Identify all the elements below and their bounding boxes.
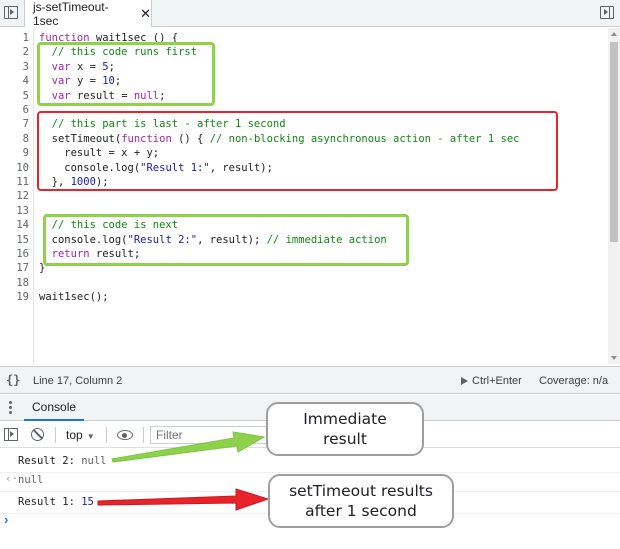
editor-tab-bar: js-setTimeout-1sec ✕ (0, 0, 620, 28)
line-number: 13 (16, 204, 29, 217)
callout-settimeout-results: setTimeout results after 1 second (268, 474, 454, 528)
callout-text: setTimeout results (289, 482, 433, 500)
return-arrow-icon: ‹· (5, 472, 19, 485)
context-label: top (66, 428, 83, 442)
play-icon (461, 377, 468, 385)
more-tools-icon[interactable] (9, 401, 12, 415)
line-number: 18 (16, 276, 29, 289)
scroll-up-arrow-icon[interactable] (611, 32, 617, 36)
line-number: 3 (22, 60, 29, 73)
green-highlight-box (37, 42, 215, 106)
coverage-status: Coverage: n/a (539, 375, 609, 387)
scroll-down-arrow-icon[interactable] (611, 356, 617, 360)
line-number: 19 (16, 291, 29, 304)
toolbar-divider (106, 427, 107, 443)
green-highlight-box (43, 214, 409, 266)
message-text: Result 2: null (18, 455, 107, 467)
editor-status-bar: {} Line 17, Column 2 Ctrl+Enter Coverage… (0, 366, 620, 394)
callout-text: result (323, 430, 367, 448)
chevron-down-icon: ▼ (86, 432, 95, 441)
file-tab[interactable]: js-setTimeout-1sec ✕ (24, 0, 152, 28)
code-editor[interactable]: 1 2 3 4 5 6 7 8 9 10 11 12 13 14 15 16 1… (0, 28, 608, 364)
line-number: 1 (22, 32, 29, 44)
line-number: 6 (22, 104, 29, 116)
show-console-sidebar-icon[interactable] (4, 428, 18, 441)
clear-console-icon[interactable] (31, 428, 44, 441)
callout-text: Immediate (303, 410, 387, 428)
line-number: 17 (16, 262, 29, 275)
line-number: 9 (22, 147, 29, 160)
line-number: 10 (16, 161, 29, 174)
line-number: 11 (16, 176, 29, 188)
cursor-position: Line 17, Column 2 (33, 375, 123, 387)
close-tab-icon[interactable]: ✕ (140, 6, 151, 22)
run-snippet-button[interactable]: Ctrl+Enter (461, 375, 522, 387)
run-shortcut-label: Ctrl+Enter (472, 375, 522, 387)
toolbar-divider (55, 427, 56, 443)
line-number: 5 (22, 89, 29, 102)
context-selector[interactable]: top ▼ (66, 428, 95, 442)
line-number: 4 (22, 75, 29, 88)
message-label: Result 1: (18, 496, 82, 508)
pretty-print-icon[interactable]: {} (6, 373, 20, 387)
line-number: 12 (16, 190, 29, 203)
line-number-gutter: 1 2 3 4 5 6 7 8 9 10 11 12 13 14 15 16 1… (0, 28, 34, 364)
scrollbar-thumb[interactable] (610, 42, 618, 242)
line-number: 7 (22, 118, 29, 131)
message-value: null (81, 455, 107, 467)
live-expression-eye-icon[interactable] (117, 430, 133, 440)
line-number: 2 (22, 46, 29, 59)
line-number: 14 (16, 219, 29, 232)
red-highlight-box (37, 111, 558, 191)
message-label: Result 2: (18, 455, 82, 467)
line-number: 8 (22, 132, 29, 145)
callout-immediate-result: Immediate result (266, 402, 424, 456)
console-prompt[interactable]: › (4, 512, 8, 527)
line-number: 16 (16, 248, 29, 260)
toggle-navigator-icon[interactable] (4, 6, 18, 19)
message-text: Result 1: 15 (18, 496, 94, 508)
tab-console[interactable]: Console (24, 395, 85, 421)
return-value: null (18, 474, 44, 486)
line-number: 15 (16, 233, 29, 246)
code-line-19: wait1sec(); (39, 291, 109, 304)
editor-scrollbar[interactable] (608, 28, 620, 364)
message-value: 15 (81, 496, 94, 508)
file-tab-label: js-setTimeout-1sec (33, 0, 109, 28)
callout-text: after 1 second (305, 502, 417, 520)
toggle-debugger-icon[interactable] (600, 6, 614, 19)
toolbar-divider (143, 427, 144, 443)
